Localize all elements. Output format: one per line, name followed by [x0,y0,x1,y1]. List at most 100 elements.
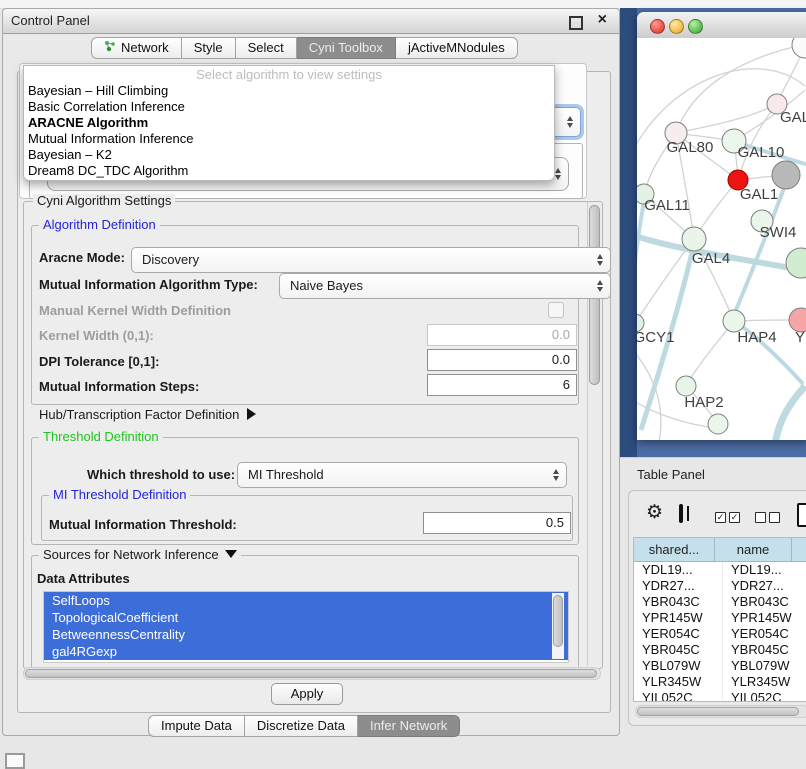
gear-icon[interactable]: ⚙ [646,503,663,523]
kernel-width-field[interactable]: 0.0 [427,324,577,346]
table-row[interactable]: YER054CYER054C8. [634,626,806,642]
mi-type-combo[interactable]: Naive Bayes [279,273,611,299]
table-row[interactable]: YDR27...YDR27...12 [634,578,806,594]
table-hscrollbar-thumb[interactable] [637,707,799,716]
manual-kernel-checkbox[interactable] [548,302,564,318]
settings-hscrollbar-thumb[interactable] [25,669,597,678]
dpi-tolerance-field[interactable]: 0.0 [427,349,577,371]
network-node-gal4[interactable] [682,227,706,251]
document-icon[interactable] [797,503,806,527]
close-traffic-light[interactable] [650,19,665,34]
minimize-traffic-light[interactable] [669,19,684,34]
stepper-icon [597,254,603,266]
data-attributes-list[interactable]: SelfLoopsTopologicalCoefficientBetweenne… [43,591,569,663]
table-row[interactable]: YDL19...YDL19...13 [634,562,806,578]
mi-type-label: Mutual Information Algorithm Type: [39,277,258,292]
table-row[interactable]: YBR043CYBR043C [634,594,806,610]
sources-title: Sources for Network Inference [43,547,219,562]
tab-network[interactable]: Network [91,37,182,59]
zoom-traffic-light[interactable] [688,19,703,34]
algorithm-option[interactable]: Basic Correlation Inference [24,99,554,115]
tab-discretize-data[interactable]: Discretize Data [245,715,358,737]
node-label: Y [795,329,805,346]
chevron-down-icon[interactable] [225,550,237,558]
float-window-icon[interactable] [569,16,583,30]
network-node[interactable] [772,161,800,189]
checked-box-icon: ✓ [715,512,726,523]
table-cell: YBR043C [723,594,806,610]
network-node-hap2[interactable] [676,376,696,396]
network-edge [637,196,645,316]
dropdown-placeholder: Select algorithm to view settings [24,66,554,83]
table-column-header[interactable] [792,538,806,562]
checked-box-icon: ✓ [729,512,740,523]
dpi-tolerance-label: DPI Tolerance [0,1]: [39,354,159,369]
tab-label: Cyni Toolbox [309,37,383,59]
apply-button[interactable]: Apply [271,683,343,705]
table-row[interactable]: YPR145WYPR145W9. [634,610,806,626]
control-panel-titlebar[interactable]: Control Panel × [3,9,619,34]
tab-infer-network[interactable]: Infer Network [358,715,460,737]
network-icon [104,37,116,59]
mi-steps-field[interactable]: 6 [427,374,577,396]
algorithm-option[interactable]: Bayesian – K2 [24,147,554,163]
algorithm-option[interactable]: Mutual Information Inference [24,131,554,147]
attribute-list-item[interactable]: BetweennessCentrality [44,626,568,643]
table-row[interactable]: YBL079WYBL079W [634,658,806,674]
mi-threshold-field[interactable]: 0.5 [423,512,571,534]
node-label: HAP4 [737,329,776,346]
table-row[interactable]: YBR045CYBR045C9. [634,642,806,658]
table-cell: YLR345W [723,674,806,690]
tab-impute-data[interactable]: Impute Data [148,715,245,737]
attribute-list-item[interactable]: gal4RGexp [44,643,568,660]
tab-style[interactable]: Style [182,37,236,59]
network-edge [775,386,805,440]
attribute-list-item[interactable]: TopologicalCoefficient [44,609,568,626]
stepper-icon [597,280,603,292]
tab-label: Impute Data [161,715,232,737]
select-all-columns-icon[interactable]: ✓✓ [715,509,743,524]
aracne-mode-combo[interactable]: Discovery [131,247,611,273]
table-row[interactable]: YLR345WYLR345W9. [634,674,806,690]
network-window-titlebar[interactable] [637,12,806,39]
algorithm-option[interactable]: ARACNE Algorithm [24,115,554,131]
table-cell: YBR043C [634,594,723,610]
cyni-mode-tab-bar: Impute Data Discretize DataInfer Network [148,715,460,737]
sources-collapse-header[interactable]: Sources for Network Inference [39,548,241,562]
manual-kernel-label: Manual Kernel Width Definition [39,303,231,318]
stepper-icon [553,469,559,481]
attributes-scrollbar-thumb[interactable] [553,595,563,647]
node-label: GAL11 [644,197,690,214]
settings-hscrollbar-track[interactable] [23,667,601,680]
tab-label: jActiveMNodules [408,37,505,59]
tab-select[interactable]: Select [236,37,297,59]
table-column-header[interactable]: name [715,538,792,562]
table-column-header[interactable]: shared... [634,538,715,562]
tab-cyni-toolbox[interactable]: Cyni Toolbox [297,37,396,59]
node-label: GCY1 [637,329,674,346]
network-node[interactable] [792,38,806,58]
table-row[interactable]: YIL052CYIL052C8. [634,690,806,702]
network-node[interactable] [786,248,806,278]
network-node[interactable] [708,414,728,434]
which-threshold-label: Which threshold to use: [87,467,235,482]
algorithm-option[interactable]: Bayesian – Hill Climbing [24,83,554,99]
table-cell: YBL079W [723,658,806,674]
attributes-scrollbar-track[interactable] [552,593,564,659]
attribute-list-item[interactable]: SelfLoops [44,592,568,609]
mi-threshold-title: MI Threshold Definition [49,488,190,502]
docked-panel-icon[interactable] [5,753,25,769]
hub-definition-expander[interactable]: Hub/Transcription Factor Definition [39,407,256,422]
close-icon[interactable]: × [598,11,607,29]
tab-jactivemnodules[interactable]: jActiveMNodules [396,37,518,59]
deselect-all-columns-icon[interactable] [755,509,783,524]
table-panel-inset: ⚙ ✓✓ shared...name YDL19...YDL19...13YDR… [628,490,806,726]
table-hscrollbar-track[interactable] [635,705,806,718]
which-threshold-combo[interactable]: MI Threshold [237,462,567,488]
network-canvas[interactable]: GAL7GAL80GAL10GAL1GAL11SWI4GAL4GCY1HAP4Y… [637,38,806,440]
columns-icon[interactable] [679,504,683,523]
table-cell: YPR145W [723,610,806,626]
table-cell: YER054C [634,626,723,642]
chevron-right-icon[interactable] [247,408,256,420]
algorithm-option[interactable]: Dream8 DC_TDC Algorithm [24,163,554,179]
